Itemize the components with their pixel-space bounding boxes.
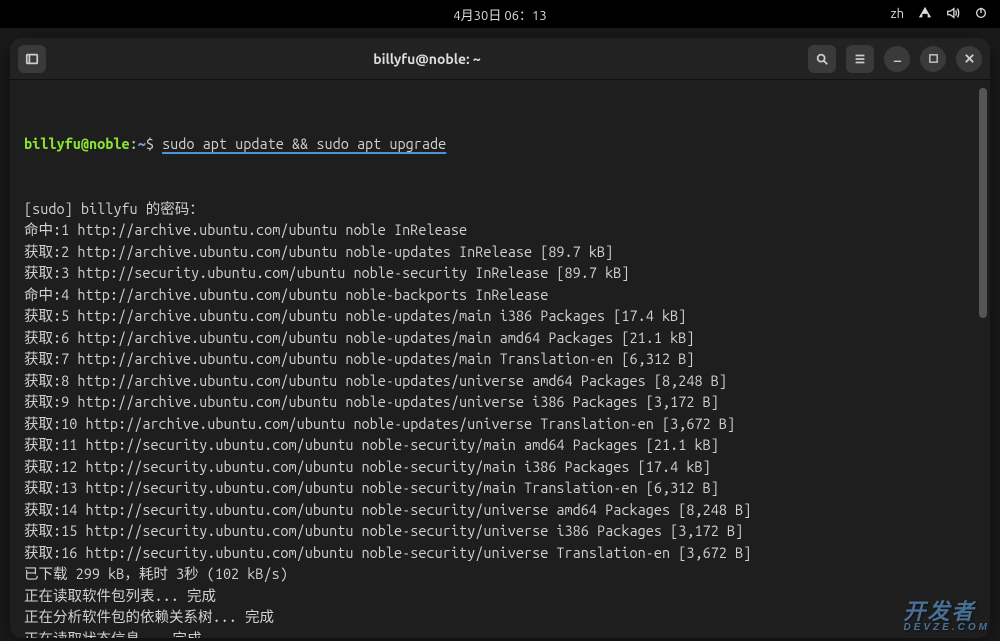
close-button[interactable] <box>956 46 982 72</box>
output-line: 获取:9 http://archive.ubuntu.com/ubuntu no… <box>24 391 976 413</box>
output-line: 获取:11 http://security.ubuntu.com/ubuntu … <box>24 434 976 456</box>
topbar-status-area[interactable]: zh <box>891 6 988 23</box>
prompt-line: billyfu@noble:~$ sudo apt update && sudo… <box>24 133 976 155</box>
terminal-output: [sudo] billyfu 的密码：命中:1 http://archive.u… <box>24 198 976 639</box>
input-method-indicator[interactable]: zh <box>891 7 904 21</box>
output-line: 命中:4 http://archive.ubuntu.com/ubuntu no… <box>24 284 976 306</box>
output-line: 获取:6 http://archive.ubuntu.com/ubuntu no… <box>24 327 976 349</box>
output-line: 获取:15 http://security.ubuntu.com/ubuntu … <box>24 520 976 542</box>
output-line: 获取:5 http://archive.ubuntu.com/ubuntu no… <box>24 305 976 327</box>
power-icon[interactable] <box>974 6 988 23</box>
output-line: 正在分析软件包的依赖关系树... 完成 <box>24 606 976 628</box>
gnome-topbar: 4月30日 06：13 zh <box>0 0 1000 28</box>
new-tab-button[interactable] <box>18 45 46 73</box>
maximize-button[interactable] <box>920 46 946 72</box>
output-line: [sudo] billyfu 的密码： <box>24 198 976 220</box>
output-line: 获取:10 http://archive.ubuntu.com/ubuntu n… <box>24 413 976 435</box>
prompt-user: billyfu@noble <box>24 135 130 152</box>
terminal-window: billyfu@noble: ~ billyfu@noble:~$ sudo a… <box>10 38 990 638</box>
topbar-datetime[interactable]: 4月30日 06：13 <box>453 5 546 24</box>
terminal-scrollbar[interactable] <box>979 88 987 318</box>
search-button[interactable] <box>808 45 836 73</box>
output-line: 获取:14 http://security.ubuntu.com/ubuntu … <box>24 499 976 521</box>
window-titlebar: billyfu@noble: ~ <box>10 38 990 80</box>
output-line: 获取:2 http://archive.ubuntu.com/ubuntu no… <box>24 241 976 263</box>
volume-icon[interactable] <box>946 6 960 23</box>
output-line: 获取:7 http://archive.ubuntu.com/ubuntu no… <box>24 348 976 370</box>
network-icon[interactable] <box>918 6 932 23</box>
output-line: 获取:16 http://security.ubuntu.com/ubuntu … <box>24 542 976 564</box>
command-text: sudo apt update && sudo apt upgrade <box>162 135 446 152</box>
menu-button[interactable] <box>846 45 874 73</box>
output-line: 获取:8 http://archive.ubuntu.com/ubuntu no… <box>24 370 976 392</box>
output-line: 正在读取软件包列表... 完成 <box>24 585 976 607</box>
window-title: billyfu@noble: ~ <box>46 51 808 67</box>
output-line: 获取:13 http://security.ubuntu.com/ubuntu … <box>24 477 976 499</box>
output-line: 正在读取状态信息... 完成 <box>24 628 976 639</box>
output-line: 命中:1 http://archive.ubuntu.com/ubuntu no… <box>24 219 976 241</box>
watermark: 开发者 DEVZE.COM <box>904 594 990 633</box>
output-line: 获取:12 http://security.ubuntu.com/ubuntu … <box>24 456 976 478</box>
prompt-path: ~ <box>138 135 146 152</box>
minimize-button[interactable] <box>884 46 910 72</box>
output-line: 已下载 299 kB，耗时 3秒 (102 kB/s) <box>24 563 976 585</box>
output-line: 获取:3 http://security.ubuntu.com/ubuntu n… <box>24 262 976 284</box>
terminal-content[interactable]: billyfu@noble:~$ sudo apt update && sudo… <box>10 80 990 638</box>
